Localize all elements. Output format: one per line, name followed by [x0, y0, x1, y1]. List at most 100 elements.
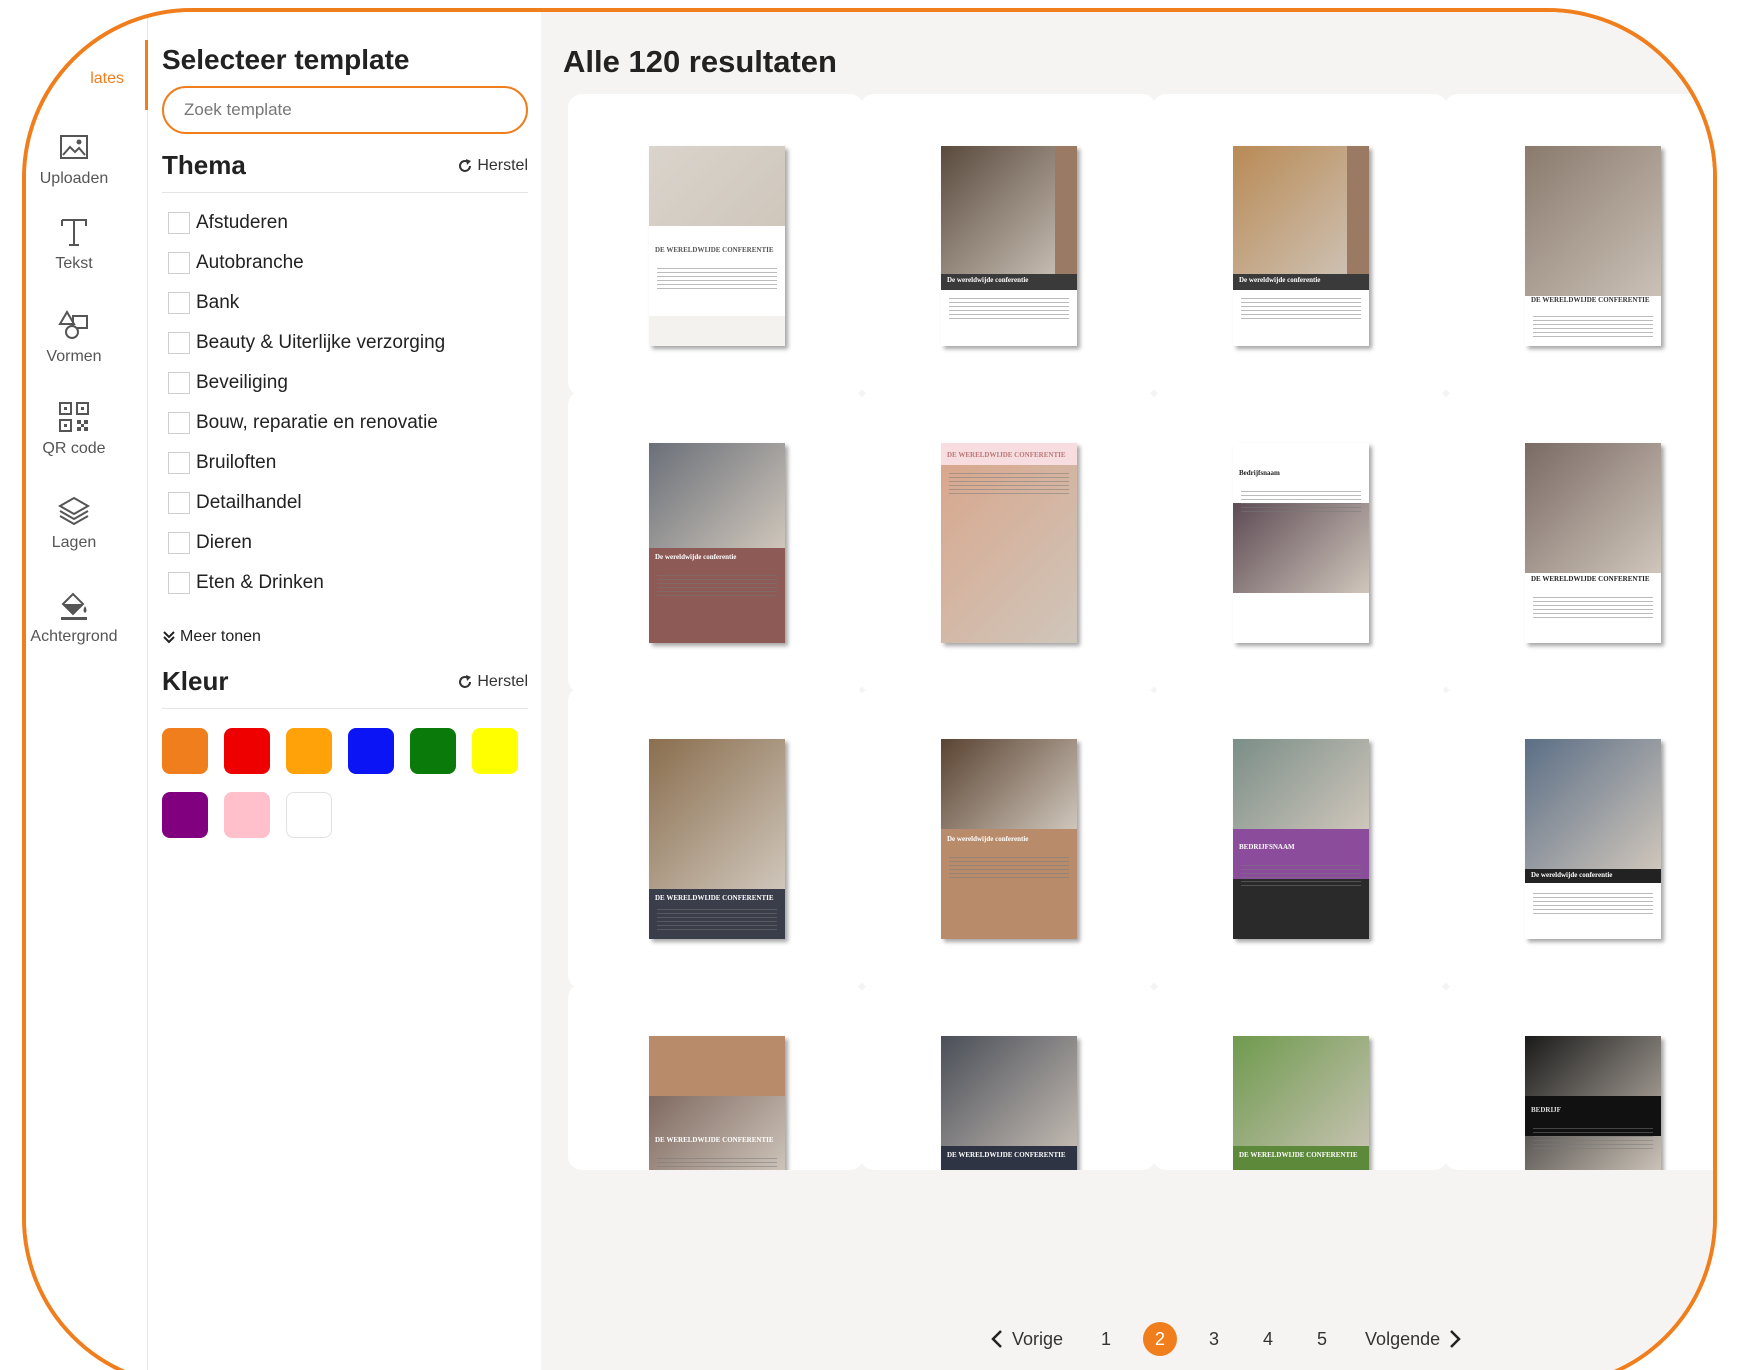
theme-option[interactable]: Afstuderen: [168, 212, 288, 234]
theme-label: Bank: [196, 292, 240, 313]
show-more-button[interactable]: Meer tonen: [162, 628, 261, 646]
template-thumbnail: BEDRIJF: [1525, 1036, 1661, 1170]
color-swatch[interactable]: [224, 728, 270, 774]
template-card[interactable]: DE WERELDWIJDE CONFERENTIE: [568, 687, 864, 989]
page-link[interactable]: 3: [1187, 1329, 1241, 1350]
theme-option[interactable]: Detailhandel: [168, 492, 302, 514]
reset-label: Herstel: [477, 157, 528, 174]
body-text-lines: [1533, 316, 1653, 338]
checkbox[interactable]: [168, 572, 190, 594]
template-title: DE WERELDWIJDE CONFERENTIE: [655, 246, 774, 254]
chevron-right-icon: [1450, 1330, 1461, 1348]
checkbox[interactable]: [168, 212, 190, 234]
template-photo: [649, 146, 785, 236]
theme-option[interactable]: Dieren: [168, 532, 252, 554]
template-card[interactable]: DE WERELDWIJDE CONFERENTIE: [568, 984, 864, 1170]
template-thumbnail: DE WERELDWIJDE CONFERENTIE: [1233, 1036, 1369, 1170]
template-thumbnail: DE WERELDWIJDE CONFERENTIE: [649, 739, 785, 939]
theme-option[interactable]: Bruiloften: [168, 452, 276, 474]
template-card[interactable]: DE WERELDWIJDE CONFERENTIE: [1152, 984, 1448, 1170]
theme-label: Beauty & Uiterlijke verzorging: [196, 332, 446, 353]
next-page-button[interactable]: Volgende: [1365, 1329, 1462, 1350]
color-swatch[interactable]: [286, 728, 332, 774]
checkbox[interactable]: [168, 492, 190, 514]
checkbox[interactable]: [168, 252, 190, 274]
template-card[interactable]: De wereldwijde conferentie: [1152, 94, 1448, 396]
theme-label: Bruiloften: [196, 452, 277, 473]
checkbox[interactable]: [168, 372, 190, 394]
template-title: DE WERELDWIJDE CONFERENTIE: [1239, 1151, 1358, 1159]
page-link[interactable]: 5: [1295, 1329, 1349, 1350]
template-title: BEDRIJFSNAAM: [1239, 843, 1295, 851]
shapes-icon: [58, 310, 88, 339]
template-card[interactable]: De wereldwijde conferentie: [568, 391, 864, 693]
checkbox[interactable]: [168, 332, 190, 354]
template-photo: [1525, 443, 1661, 573]
template-card[interactable]: DE WERELDWIJDE CONFERENTIE: [1444, 391, 1713, 693]
template-search-input[interactable]: [162, 86, 528, 134]
body-text-lines: [949, 298, 1069, 320]
template-card[interactable]: BEDRIJF: [1444, 984, 1713, 1170]
body-text-lines: [657, 909, 777, 931]
page-link[interactable]: 1: [1079, 1329, 1133, 1350]
color-swatch[interactable]: [162, 792, 208, 838]
theme-option[interactable]: Autobranche: [168, 252, 304, 274]
rail-item-layers[interactable]: Lagen: [26, 494, 148, 552]
template-card[interactable]: DE WERELDWIJDE CONFERENTIE: [860, 984, 1156, 1170]
template-card[interactable]: De wereldwijde conferentie: [860, 687, 1156, 989]
theme-label: Eten & Drinken: [196, 572, 324, 593]
prev-page-button[interactable]: Vorige: [990, 1329, 1063, 1350]
rail-item-shapes[interactable]: Vormen: [26, 308, 148, 366]
template-card[interactable]: BEDRIJFSNAAM: [1152, 687, 1448, 989]
color-reset-button[interactable]: Herstel: [457, 673, 528, 691]
theme-option[interactable]: Beveiliging: [168, 372, 288, 394]
color-swatch[interactable]: [348, 728, 394, 774]
body-text-lines: [657, 1158, 777, 1170]
checkbox[interactable]: [168, 532, 190, 554]
template-thumbnail: DE WERELDWIJDE CONFERENTIE: [649, 1036, 785, 1170]
theme-label: Autobranche: [196, 252, 304, 273]
color-swatch[interactable]: [286, 792, 332, 838]
theme-reset-button[interactable]: Herstel: [457, 157, 528, 175]
template-title: De wereldwijde conferentie: [1239, 276, 1321, 284]
template-thumbnail: DE WERELDWIJDE CONFERENTIE: [941, 443, 1077, 643]
theme-option[interactable]: Bank: [168, 292, 239, 314]
checkbox[interactable]: [168, 412, 190, 434]
template-photo: [941, 739, 1077, 829]
template-title: DE WERELDWIJDE CONFERENTIE: [1531, 296, 1650, 304]
checkbox[interactable]: [168, 452, 190, 474]
accent-bar: [1347, 146, 1369, 276]
color-swatch[interactable]: [410, 728, 456, 774]
template-card[interactable]: DE WERELDWIJDE CONFERENTIE: [860, 391, 1156, 693]
template-title: BEDRIJF: [1531, 1106, 1561, 1114]
rail-item-qr[interactable]: QR code: [26, 400, 148, 458]
theme-option[interactable]: Beauty & Uiterlijke verzorging: [168, 332, 445, 354]
rail-item-background[interactable]: Achtergrond: [26, 588, 148, 646]
rail-label: Vormen: [46, 348, 102, 365]
page-link[interactable]: 4: [1241, 1329, 1295, 1350]
template-card[interactable]: De wereldwijde conferentie: [860, 94, 1156, 396]
rail-item-upload[interactable]: Uploaden: [26, 130, 148, 188]
theme-heading: Thema: [162, 150, 246, 180]
color-swatch[interactable]: [162, 728, 208, 774]
template-card[interactable]: De wereldwijde conferentie: [1444, 687, 1713, 989]
template-photo: [1233, 503, 1369, 593]
body-text-lines: [1533, 1128, 1653, 1150]
color-swatch[interactable]: [224, 792, 270, 838]
accent-bar: [1055, 146, 1077, 276]
color-swatch[interactable]: [472, 728, 518, 774]
template-title: Bedrijfsnaam: [1239, 469, 1280, 477]
template-card[interactable]: Bedrijfsnaam: [1152, 391, 1448, 693]
template-card[interactable]: DE WERELDWIJDE CONFERENTIE: [568, 94, 864, 396]
theme-label: Dieren: [196, 532, 252, 553]
template-thumbnail: De wereldwijde conferentie: [1525, 739, 1661, 939]
theme-option[interactable]: Bouw, reparatie en renovatie: [168, 412, 438, 434]
checkbox[interactable]: [168, 292, 190, 314]
page-link-current[interactable]: 2: [1143, 1322, 1178, 1356]
rail-item-text[interactable]: Tekst: [26, 215, 148, 273]
template-card[interactable]: DE WERELDWIJDE CONFERENTIE: [1444, 94, 1713, 396]
rail-item-templates[interactable]: lates: [26, 70, 148, 88]
panel-title: Selecteer template: [162, 44, 410, 75]
theme-option[interactable]: Eten & Drinken: [168, 572, 324, 594]
template-photo: [1233, 739, 1369, 829]
